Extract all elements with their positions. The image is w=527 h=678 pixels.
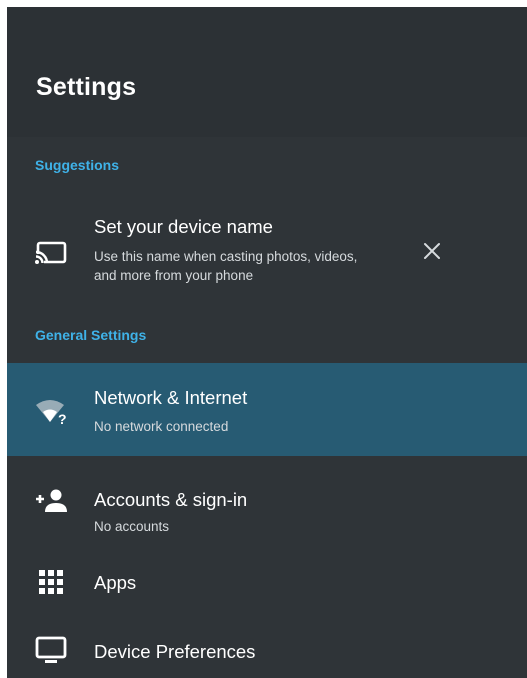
close-icon xyxy=(423,242,441,260)
settings-header: Settings xyxy=(7,7,527,137)
general-settings-section-label: General Settings xyxy=(35,327,147,343)
wifi-question-icon: ? xyxy=(33,395,69,425)
network-internet-status: No network connected xyxy=(94,419,229,434)
add-person-icon xyxy=(33,485,69,515)
suggestion-subtitle-line2: and more from your phone xyxy=(94,268,254,283)
apps-label: Apps xyxy=(94,572,137,593)
tv-icon xyxy=(33,635,69,665)
settings-panel: Settings Suggestions Set your device nam… xyxy=(7,7,527,678)
cast-icon xyxy=(33,238,69,268)
accounts-status: No accounts xyxy=(94,519,170,534)
suggestion-device-name[interactable]: Set your device name Use this name when … xyxy=(7,202,527,307)
page-title: Settings xyxy=(36,73,137,101)
accounts-label: Accounts & sign-in xyxy=(94,489,248,510)
device-preferences-label: Device Preferences xyxy=(94,641,256,662)
sidebar-item-network-internet[interactable]: ? Network & Internet No network connecte… xyxy=(7,363,527,456)
suggestion-subtitle-line1: Use this name when casting photos, video… xyxy=(94,249,358,264)
sidebar-item-device-preferences[interactable]: Device Preferences xyxy=(7,627,527,678)
suggestion-title: Set your device name xyxy=(94,216,273,237)
dismiss-suggestion-button[interactable] xyxy=(417,236,447,266)
network-internet-label: Network & Internet xyxy=(94,387,248,408)
svg-text:?: ? xyxy=(58,411,67,425)
sidebar-item-apps[interactable]: Apps xyxy=(7,555,527,615)
sidebar-item-accounts[interactable]: Accounts & sign-in No accounts xyxy=(7,461,527,539)
suggestions-section-label: Suggestions xyxy=(35,157,120,173)
apps-grid-icon xyxy=(33,567,69,597)
